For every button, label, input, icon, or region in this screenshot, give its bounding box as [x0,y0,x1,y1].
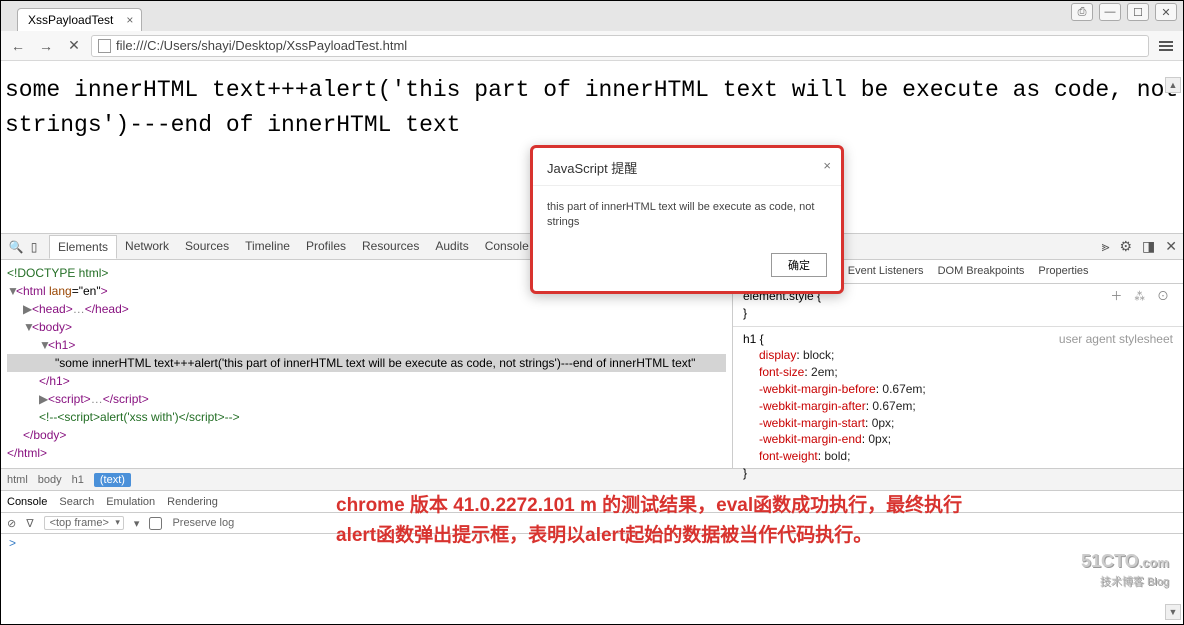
crumb-body[interactable]: body [38,474,62,486]
gear-icon[interactable]: ⚙ [1119,238,1132,255]
styles-tab-event-listeners[interactable]: Event Listeners [848,264,924,279]
maximize-button[interactable]: ☐ [1127,3,1149,21]
devtools-tab-timeline[interactable]: Timeline [237,235,298,258]
drawer-tab-search[interactable]: Search [59,496,94,508]
drawer-tab-console[interactable]: Console [7,496,47,508]
crumb-html[interactable]: html [7,474,28,486]
window-controls: ⎙ — ☐ ✕ [1071,3,1177,21]
frame-selector[interactable]: <top frame> [44,516,124,530]
frame-caret-icon[interactable]: ▾ [134,517,140,530]
alert-close-icon[interactable]: × [823,158,831,173]
devtools-tab-elements[interactable]: Elements [49,235,117,259]
devtools-tab-network[interactable]: Network [117,235,177,258]
dock-icon[interactable]: ◨ [1142,238,1155,255]
clear-console-icon[interactable]: ⊘ [7,517,16,530]
file-icon [98,39,111,53]
scroll-down-icon[interactable]: ▼ [1165,604,1181,620]
preserve-log-label: Preserve log [172,517,234,529]
win-user-icon[interactable]: ⎙ [1071,3,1093,21]
devtools-tab-audits[interactable]: Audits [427,235,476,258]
scroll-up-icon[interactable]: ▲ [1165,77,1181,93]
watermark: 51CTO.com 技术博客 Blog [1081,552,1169,588]
devtools-close-icon[interactable]: ✕ [1165,238,1177,255]
reload-button[interactable]: ✕ [63,35,85,57]
browser-tab[interactable]: XssPayloadTest × [17,8,142,31]
devtools-tab-resources[interactable]: Resources [354,235,427,258]
tab-close-icon[interactable]: × [126,13,133,27]
styles-tab-properties[interactable]: Properties [1038,264,1088,279]
crumb-text[interactable]: (text) [94,473,131,487]
preserve-log-checkbox[interactable] [149,517,162,530]
annotation-text: chrome 版本 41.0.2272.101 m 的测试结果，eval函数成功… [336,491,996,552]
filter-icon[interactable]: ∇ [26,517,33,530]
url-text: file:///C:/Users/shayi/Desktop/XssPayloa… [116,38,407,53]
devtools-tab-profiles[interactable]: Profiles [298,235,354,258]
inspect-icon[interactable]: 🔍 [7,240,25,254]
device-icon[interactable]: ▯ [25,240,43,254]
url-input[interactable]: file:///C:/Users/shayi/Desktop/XssPayloa… [91,35,1149,57]
minimize-button[interactable]: — [1099,3,1121,21]
forward-button[interactable]: → [35,35,57,57]
crumb-h1[interactable]: h1 [72,474,84,486]
console-prompt: > [9,536,16,550]
drawer-tab-rendering[interactable]: Rendering [167,496,218,508]
styles-tab-dom-breakpoints[interactable]: DOM Breakpoints [938,264,1025,279]
close-window-button[interactable]: ✕ [1155,3,1177,21]
alert-ok-button[interactable]: 确定 [771,253,827,277]
toggle-drawer-icon[interactable]: ⪢ [1102,238,1110,255]
drawer-tab-emulation[interactable]: Emulation [106,496,155,508]
js-alert-dialog: JavaScript 提醒 × this part of innerHTML t… [530,145,844,294]
devtools-tab-sources[interactable]: Sources [177,235,237,258]
address-bar: ← → ✕ file:///C:/Users/shayi/Desktop/Xss… [1,31,1183,61]
hamburger-menu-icon[interactable] [1155,35,1177,57]
alert-message: this part of innerHTML text will be exec… [533,186,841,245]
page-heading-text: some innerHTML text+++alert('this part o… [5,73,1179,142]
alert-title: JavaScript 提醒 [547,161,637,176]
devtools-tab-console[interactable]: Console [477,235,537,258]
back-button[interactable]: ← [7,35,29,57]
tab-title: XssPayloadTest [28,13,113,27]
browser-tab-bar: XssPayloadTest × [1,1,1183,31]
